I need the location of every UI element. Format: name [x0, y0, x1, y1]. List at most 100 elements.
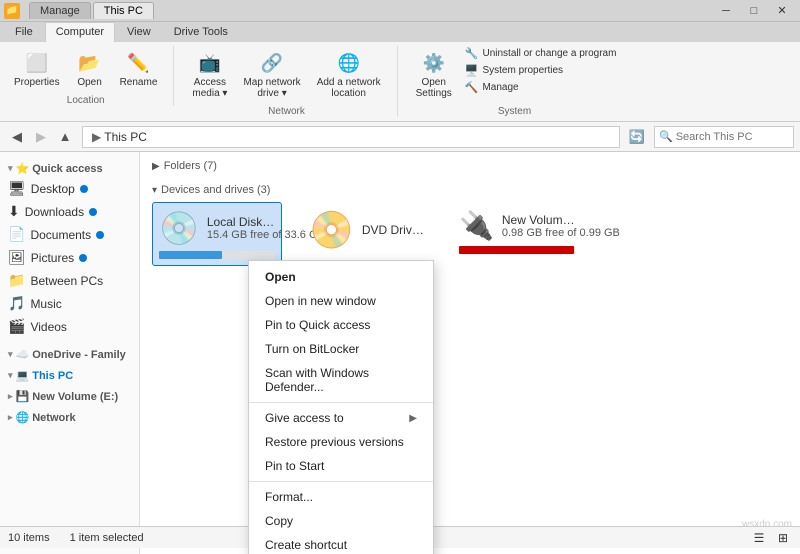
ribbon-btn-map-drive[interactable]: 🔗 Map network drive ▾ [237, 46, 306, 102]
view-details-button[interactable]: ☰ [750, 529, 768, 547]
ctx-give-access[interactable]: Give access to ▶ [249, 406, 433, 430]
device-c-bar-container [159, 251, 275, 259]
folders-section: ▶ Folders (7) [152, 160, 788, 172]
newvolume-icon: 💾 [16, 390, 30, 403]
access-media-icon: 📺 [196, 49, 224, 77]
tab-thispc[interactable]: This PC [93, 2, 154, 19]
ctx-restore-versions[interactable]: Restore previous versions [249, 430, 433, 454]
ctx-bitlocker[interactable]: Turn on BitLocker [249, 337, 433, 361]
sidebar-item-music[interactable]: 🎵 Music [0, 292, 139, 315]
ribbon-group-network-label: Network [268, 106, 305, 117]
title-controls: ─ □ ✕ [712, 2, 796, 20]
sidebar-section-quickaccess[interactable]: ▾ ⭐ Quick access [0, 156, 139, 177]
network-label: Network [32, 412, 75, 424]
device-e-bar-container [459, 246, 575, 254]
back-button[interactable]: ◀ [6, 126, 28, 148]
ctx-open[interactable]: Open [249, 265, 433, 289]
ribbon-btn-uninstall[interactable]: 🔧 Uninstall or change a program [462, 46, 620, 61]
ribbon: File Computer View Drive Tools ⬜ Propert… [0, 22, 800, 122]
newvolume-label: New Volume (E:) [32, 391, 118, 403]
device-d-name: DVD Drive (D:) [362, 223, 425, 237]
ctx-format[interactable]: Format... [249, 485, 433, 509]
sidebar-item-videos[interactable]: 🎬 Videos [0, 315, 139, 338]
ctx-copy[interactable]: Copy [249, 509, 433, 533]
ribbon-btn-open[interactable]: 📂 Open [70, 46, 110, 91]
sidebar-item-pictures[interactable]: 🖼 Pictures [0, 246, 139, 269]
maximize-button[interactable]: □ [740, 2, 768, 20]
sidebar: ▾ ⭐ Quick access 🖥 Desktop ⬇ Downloads 📄… [0, 152, 140, 554]
address-bar: ◀ ▶ ▲ ▶ This PC 🔄 🔍 [0, 122, 800, 152]
ribbon-btn-rename[interactable]: ✏️ Rename [114, 46, 164, 91]
ctx-scan-defender[interactable]: Scan with Windows Defender... [249, 361, 433, 399]
devices-header[interactable]: ▾ Devices and drives (3) [152, 184, 788, 196]
pictures-star [79, 254, 87, 262]
ribbon-btn-add-location[interactable]: 🌐 Add a network location [311, 46, 387, 102]
ctx-pin-start[interactable]: Pin to Start [249, 454, 433, 478]
device-item-d[interactable]: 📀 DVD Drive (D:) [302, 202, 432, 266]
device-e-bar [459, 246, 574, 254]
network-arrow: ▸ [8, 412, 13, 423]
devices-section: ▾ Devices and drives (3) 💿 Local Disk (C… [152, 184, 788, 266]
ribbon-tab-view[interactable]: View [116, 22, 162, 42]
minimize-button[interactable]: ─ [712, 2, 740, 20]
sidebar-item-betweenpcs[interactable]: 📁 Between PCs [0, 269, 139, 292]
device-item-c[interactable]: 💿 Local Disk (C:) 15.4 GB free of 33.6 G… [152, 202, 282, 266]
downloads-star [89, 208, 97, 216]
refresh-button[interactable]: 🔄 [626, 126, 648, 148]
device-d-info: DVD Drive (D:) [362, 223, 425, 237]
up-button[interactable]: ▲ [54, 126, 76, 148]
tab-manage[interactable]: Manage [29, 2, 91, 19]
rename-icon: ✏️ [124, 49, 152, 77]
sidebar-item-downloads[interactable]: ⬇ Downloads [0, 200, 139, 223]
device-e-inner: 🔌 New Volume (E:) 0.98 GB free of 0.99 G… [459, 209, 575, 242]
ribbon-btn-properties[interactable]: ⬜ Properties [8, 46, 66, 91]
device-item-e[interactable]: 🔌 New Volume (E:) 0.98 GB free of 0.99 G… [452, 202, 582, 266]
selection-count: 1 item selected [70, 532, 144, 544]
device-e-info: New Volume (E:) 0.98 GB free of 0.99 GB [502, 213, 575, 239]
ribbon-group-location-label: Location [67, 95, 105, 106]
ctx-sep-2 [249, 481, 433, 482]
device-e-size: 0.98 GB free of 0.99 GB [502, 227, 575, 239]
ribbon-group-location: ⬜ Properties 📂 Open ✏️ Rename Location [8, 46, 174, 106]
device-c-info: Local Disk (C:) 15.4 GB free of 33.6 GB [207, 215, 275, 241]
ribbon-btn-manage[interactable]: 🔨 Manage [462, 80, 620, 95]
address-thispc: This PC [104, 130, 147, 144]
view-icons-button[interactable]: ⊞ [774, 529, 792, 547]
ribbon-group-network-items: 📺 Access media ▾ 🔗 Map network drive ▾ 🌐… [186, 46, 386, 102]
folders-arrow: ▶ [152, 161, 160, 172]
ribbon-btn-open-settings[interactable]: ⚙️ Open Settings [410, 46, 458, 102]
ctx-create-shortcut[interactable]: Create shortcut [249, 533, 433, 554]
close-button[interactable]: ✕ [768, 2, 796, 20]
sidebar-section-newvolume[interactable]: ▸ 💾 New Volume (E:) [0, 384, 139, 405]
address-arrow: ▶ [92, 130, 101, 144]
device-e-name: New Volume (E:) [502, 213, 575, 227]
ribbon-sys-links: 🔧 Uninstall or change a program 🖥️ Syste… [462, 46, 620, 95]
thispc-arrow: ▾ [8, 370, 13, 381]
ribbon-group-location-items: ⬜ Properties 📂 Open ✏️ Rename [8, 46, 163, 91]
device-c-inner: 💿 Local Disk (C:) 15.4 GB free of 33.6 G… [159, 209, 275, 247]
sidebar-section-network[interactable]: ▸ 🌐 Network [0, 405, 139, 426]
sidebar-section-onedrive[interactable]: ▾ ☁️ OneDrive - Family [0, 342, 139, 363]
status-view-controls: ☰ ⊞ [750, 529, 792, 547]
nav-buttons: ◀ ▶ ▲ [6, 126, 76, 148]
app-icon: 📁 [4, 3, 20, 19]
forward-button[interactable]: ▶ [30, 126, 52, 148]
search-box[interactable]: 🔍 [654, 126, 794, 148]
ribbon-tab-file[interactable]: File [4, 22, 44, 42]
address-path[interactable]: ▶ This PC [82, 126, 620, 148]
ctx-sep-1 [249, 402, 433, 403]
music-icon: 🎵 [8, 295, 25, 312]
ribbon-btn-sys-properties[interactable]: 🖥️ System properties [462, 63, 620, 78]
folders-header[interactable]: ▶ Folders (7) [152, 160, 788, 172]
ctx-pin-quickaccess[interactable]: Pin to Quick access [249, 313, 433, 337]
title-bar-left: 📁 Manage This PC [4, 2, 154, 19]
quickaccess-arrow: ▾ [8, 163, 13, 174]
ribbon-tab-computer[interactable]: Computer [45, 22, 115, 43]
search-input[interactable] [676, 131, 800, 143]
sidebar-item-desktop[interactable]: 🖥 Desktop [0, 177, 139, 200]
ribbon-tab-drivetools[interactable]: Drive Tools [163, 22, 239, 42]
sidebar-section-thispc[interactable]: ▾ 💻 This PC [0, 363, 139, 384]
ctx-open-new-window[interactable]: Open in new window [249, 289, 433, 313]
ribbon-btn-access-media[interactable]: 📺 Access media ▾ [186, 46, 233, 102]
sidebar-item-documents[interactable]: 📄 Documents [0, 223, 139, 246]
